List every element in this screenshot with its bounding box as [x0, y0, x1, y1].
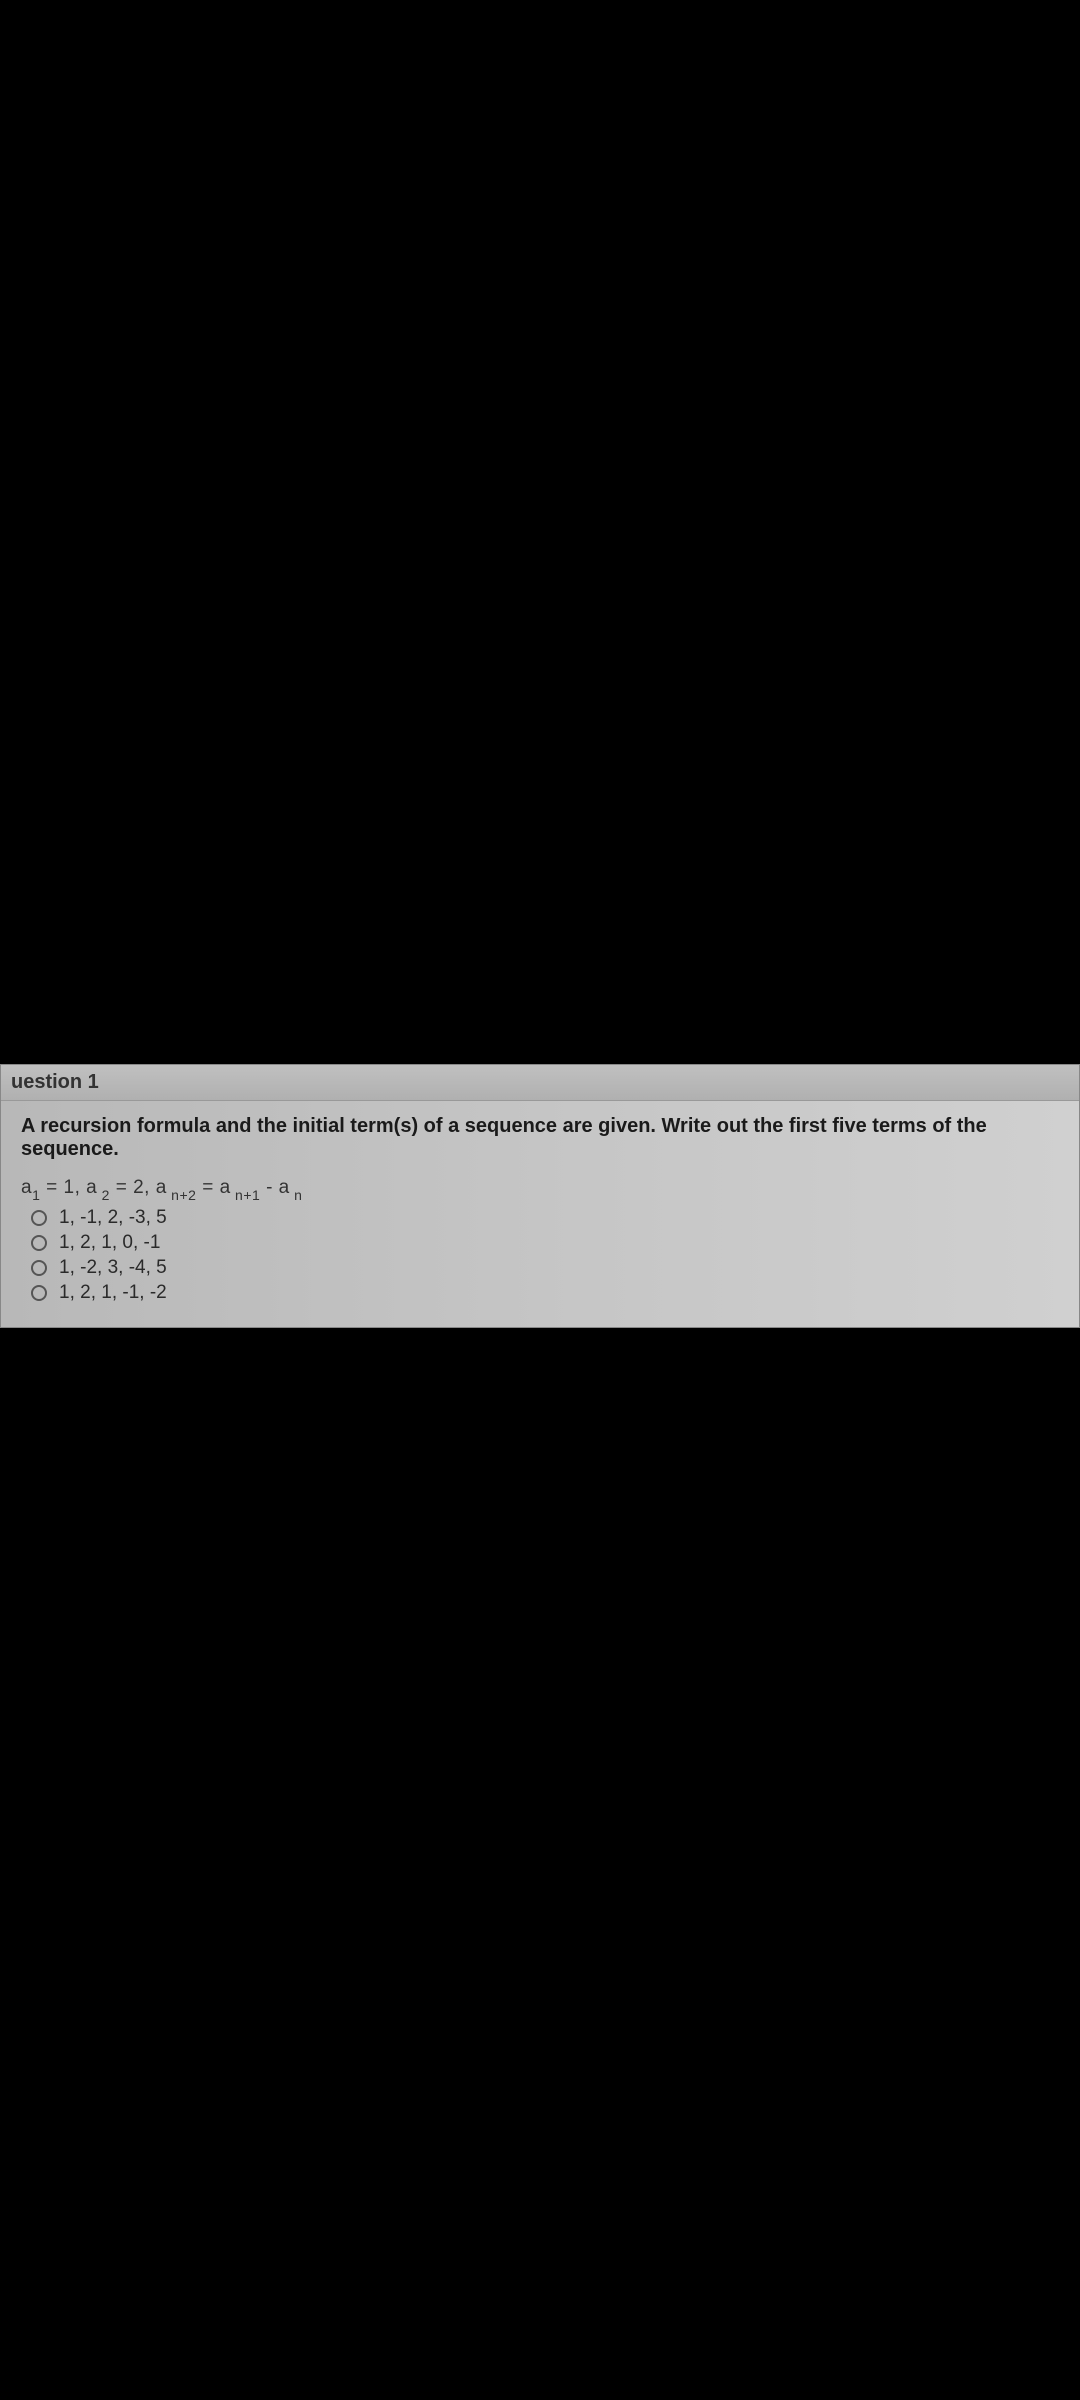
- radio-icon[interactable]: [31, 1260, 47, 1276]
- option-label: 1, 2, 1, -1, -2: [59, 1282, 167, 1304]
- radio-icon[interactable]: [31, 1285, 47, 1301]
- radio-icon[interactable]: [31, 1235, 47, 1251]
- option-4[interactable]: 1, 2, 1, -1, -2: [31, 1282, 1059, 1304]
- option-label: 1, -1, 2, -3, 5: [59, 1207, 167, 1229]
- option-2[interactable]: 1, 2, 1, 0, -1: [31, 1232, 1059, 1254]
- option-label: 1, -2, 3, -4, 5: [59, 1257, 167, 1279]
- options-list: 1, -1, 2, -3, 5 1, 2, 1, 0, -1 1, -2, 3,…: [21, 1207, 1059, 1304]
- question-number: uestion 1: [11, 1071, 99, 1093]
- radio-icon[interactable]: [31, 1210, 47, 1226]
- question-panel: uestion 1 A recursion formula and the in…: [0, 1064, 1080, 1328]
- recursion-formula: a1 = 1, a 2 = 2, a n+2 = a n+1 - a n: [21, 1177, 1059, 1201]
- question-header: uestion 1: [1, 1065, 1079, 1101]
- option-1[interactable]: 1, -1, 2, -3, 5: [31, 1207, 1059, 1229]
- question-body: A recursion formula and the initial term…: [1, 1101, 1079, 1327]
- option-label: 1, 2, 1, 0, -1: [59, 1232, 160, 1254]
- question-prompt: A recursion formula and the initial term…: [21, 1115, 1059, 1161]
- option-3[interactable]: 1, -2, 3, -4, 5: [31, 1257, 1059, 1279]
